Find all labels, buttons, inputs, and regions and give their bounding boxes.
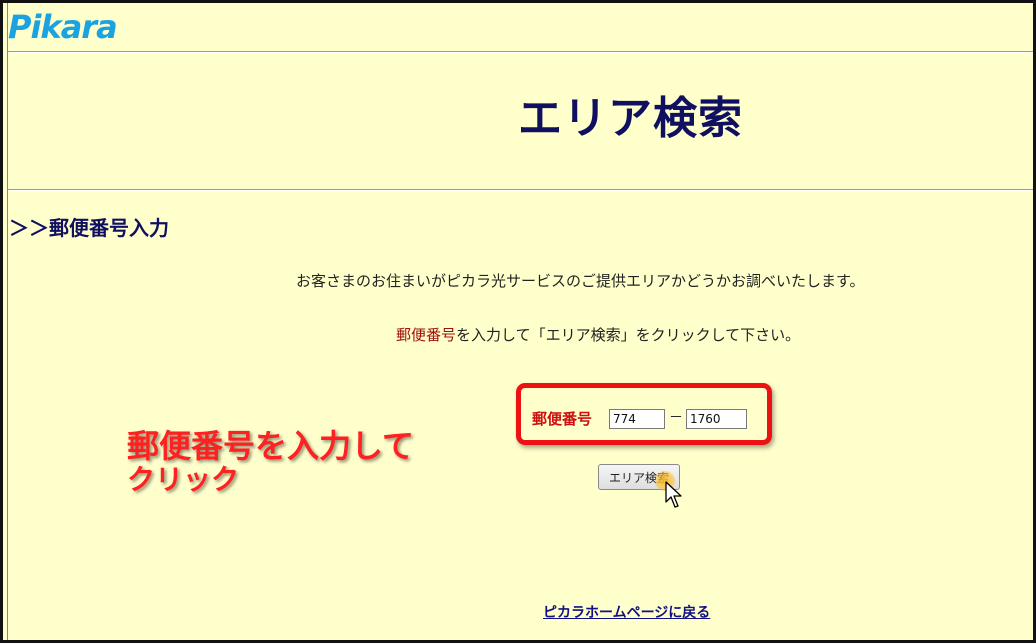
logo-text: Pikara <box>8 8 118 46</box>
page-frame: Pikara エリア検索 ＞＞郵便番号入力 お客さまのお住まいがピカラ光サービス… <box>0 0 1036 643</box>
postal-code-first-input[interactable] <box>609 409 665 429</box>
instruction-annotation: 郵便番号を入力して クリック <box>127 427 414 495</box>
annotation-line-1: 郵便番号を入力して <box>127 427 415 465</box>
header-divider <box>8 51 1033 53</box>
home-page-link[interactable]: ピカラホームページに戻る <box>543 603 710 623</box>
mouse-cursor-icon <box>665 481 682 508</box>
description-line-2: 郵便番号を入力して「エリア検索」をクリックして下さい。 <box>396 323 800 347</box>
annotation-line-2: クリック <box>127 463 240 496</box>
pikara-logo[interactable]: Pikara <box>8 7 118 47</box>
postal-separator: － <box>669 410 683 426</box>
postal-code-second-input[interactable] <box>686 409 747 429</box>
section-title: ＞＞郵便番号入力 <box>9 216 169 240</box>
title-divider <box>8 189 1033 191</box>
description-line-2-rest: を入力して「エリア検索」をクリックして下さい。 <box>456 326 801 344</box>
postal-code-label: 郵便番号 <box>532 410 593 428</box>
postal-code-highlight: 郵便番号 <box>396 326 457 344</box>
page-title: エリア検索 <box>518 93 743 144</box>
description-line-1: お客さまのお住まいがピカラ光サービスのご提供エリアかどうかお調べいたします。 <box>296 272 865 290</box>
